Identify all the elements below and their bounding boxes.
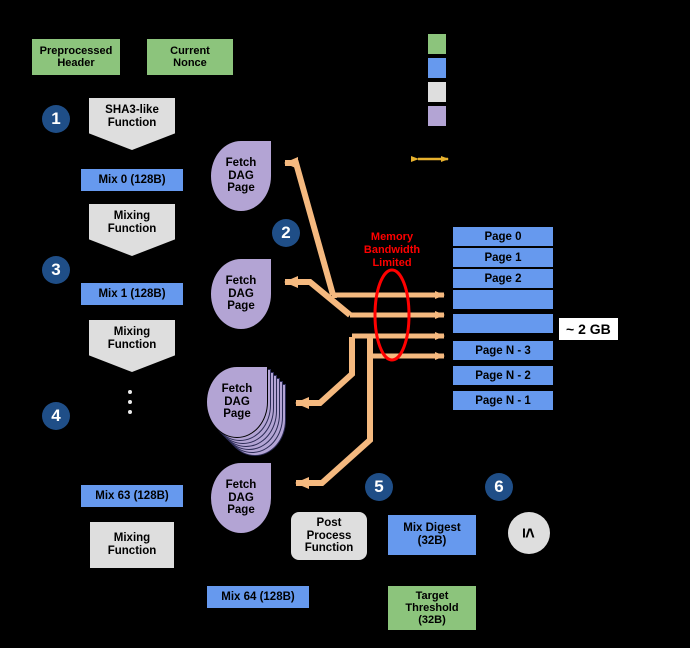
dag-page-row-2: Page 2	[452, 268, 554, 289]
dag-page-row-blank-bottom	[452, 313, 554, 334]
mix-digest-box: Mix Digest (32B)	[387, 514, 477, 556]
current-nonce-box: Current Nonce	[146, 38, 234, 76]
mix-63-box: Mix 63 (128B)	[80, 484, 184, 508]
sha3-like-function: SHA3-like Function	[89, 98, 175, 150]
bandwidth-bottleneck-ellipse	[373, 268, 411, 362]
arrow-page-to-fetch-3	[295, 337, 355, 409]
preprocessed-header-box: Preprocessed Header	[31, 38, 121, 76]
dag-page-row-n-1: Page N - 1	[452, 390, 554, 411]
legend-swatch-dag-fetch	[427, 105, 447, 127]
mixing-function-2: Mixing Function	[89, 320, 175, 372]
arrow-page-to-fetch-2	[284, 276, 352, 318]
dag-page-row-1: Page 1	[452, 247, 554, 268]
arrow-page-to-fetch-4	[295, 337, 373, 489]
fetch-dag-page-3: Fetch DAG Page	[206, 366, 268, 438]
step-badge-5: 5	[365, 473, 393, 501]
mix-64-box: Mix 64 (128B)	[206, 585, 310, 609]
pipeline-ellipsis	[128, 390, 132, 414]
dag-page-row-n-3: Page N - 3	[452, 340, 554, 361]
dag-size-label: ~ 2 GB	[559, 318, 618, 340]
mix-1-box: Mix 1 (128B)	[80, 282, 184, 306]
fetch-dag-page-4: Fetch DAG Page	[210, 462, 272, 534]
dag-page-row-0: Page 0	[452, 226, 554, 247]
step-badge-6: 6	[485, 473, 513, 501]
fetch-dag-page-1: Fetch DAG Page	[210, 140, 272, 212]
post-process-function: Post Process Function	[290, 511, 368, 561]
compare-circle: ≤	[508, 512, 550, 554]
dag-page-row-blank-top	[452, 289, 554, 310]
compare-symbol: ≤	[519, 528, 540, 538]
fetch-dag-page-3-stack: Fetch DAG Page	[206, 366, 292, 456]
mixing-function-3: Mixing Function	[89, 521, 175, 569]
legend-swatch-input-data	[427, 33, 447, 55]
memory-bandwidth-limited-label: Memory Bandwidth Limited	[363, 231, 421, 269]
diagram-canvas: Preprocessed Header Current Nonce SHA3-l…	[0, 0, 690, 648]
step-badge-1: 1	[42, 105, 70, 133]
step-badge-2: 2	[272, 219, 300, 247]
mixing-function-1: Mixing Function	[89, 204, 175, 256]
dag-page-row-n-2: Page N - 2	[452, 365, 554, 386]
legend-swatch-mix-data	[427, 57, 447, 79]
step-badge-4: 4	[42, 402, 70, 430]
target-threshold-box: Target Threshold (32B)	[387, 585, 477, 631]
mix-0-box: Mix 0 (128B)	[80, 168, 184, 192]
legend-swatch-function	[427, 81, 447, 103]
step-badge-3: 3	[42, 256, 70, 284]
fetch-dag-page-2: Fetch DAG Page	[210, 258, 272, 330]
